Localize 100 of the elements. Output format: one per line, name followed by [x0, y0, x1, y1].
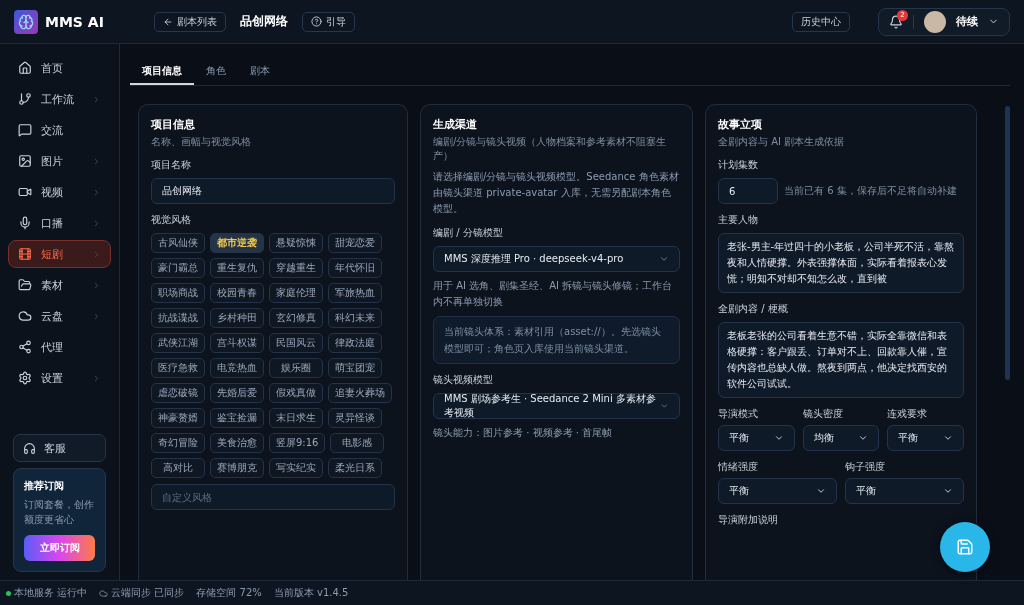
- style-tag[interactable]: 宫斗权谋: [210, 333, 264, 353]
- style-tag[interactable]: 追妻火葬场: [328, 383, 392, 403]
- status-text: 存储空间 72%: [196, 586, 262, 600]
- hint-text: 当前已有 6 集，保存后不足将自动补建: [784, 184, 957, 198]
- guide-button[interactable]: 引导: [302, 11, 355, 32]
- field-label: 主要人物: [718, 213, 759, 227]
- style-tag[interactable]: 假戏真做: [269, 383, 323, 403]
- sidebar-item[interactable]: 素材: [8, 271, 111, 299]
- style-tag[interactable]: 美食治愈: [210, 433, 264, 453]
- style-tag[interactable]: 萌宝团宠: [328, 358, 382, 378]
- dropdown[interactable]: 平衡: [887, 425, 964, 451]
- sidebar-item[interactable]: 代理: [8, 333, 111, 361]
- style-tag[interactable]: 灵异怪谈: [328, 408, 382, 428]
- style-tag[interactable]: 律政法庭: [328, 333, 382, 353]
- style-tag[interactable]: 古风仙侠: [151, 233, 205, 253]
- number-field[interactable]: 6: [718, 178, 778, 204]
- field-label: 计划集数: [718, 158, 759, 172]
- style-tag[interactable]: 写实纪实: [269, 458, 323, 478]
- style-tag[interactable]: 年代怀旧: [328, 258, 382, 278]
- style-tag[interactable]: 电竞热血: [210, 358, 264, 378]
- dropdown[interactable]: 均衡: [802, 425, 880, 451]
- input-field[interactable]: 自定义风格: [151, 484, 395, 510]
- sidebar-item[interactable]: 视频: [8, 178, 111, 206]
- style-tag[interactable]: 奇幻冒险: [151, 433, 205, 453]
- style-tag[interactable]: 电影感: [330, 433, 385, 453]
- style-tag[interactable]: 穿越重生: [269, 258, 323, 278]
- sidebar-item[interactable]: 交流: [8, 116, 111, 144]
- style-tag[interactable]: 柔光日系: [328, 458, 382, 478]
- dropdown[interactable]: MMS 剧场参考生 · Seedance 2 Mini 多素材参考视频: [433, 393, 680, 419]
- style-tag[interactable]: 科幻未来: [328, 308, 382, 328]
- style-tag[interactable]: 虐恋破镜: [151, 383, 205, 403]
- style-tag[interactable]: 家庭伦理: [269, 283, 323, 303]
- info-note: 当前镜头体系：素材引用（asset://）。先选镜头模型即可；角色页入库使用当前镜头渠道。: [433, 316, 680, 364]
- cloud-icon: [99, 588, 109, 598]
- card-subtitle: 全剧内容与 AI 剧本生成依据: [718, 135, 846, 149]
- style-tag[interactable]: 末日求生: [269, 408, 323, 428]
- sidebar-item[interactable]: 首页: [8, 54, 111, 82]
- field-label: 导演模式: [718, 407, 759, 421]
- sidebar-item[interactable]: 工作流: [8, 85, 111, 113]
- style-tag[interactable]: 乡村种田: [210, 308, 264, 328]
- dropdown[interactable]: MMS 深度推理 Pro · deepseek-v4-pro: [433, 246, 680, 272]
- brain-logo-icon: [14, 9, 38, 34]
- sidebar-item[interactable]: 设置: [8, 364, 111, 392]
- style-tag[interactable]: 先婚后爱: [210, 383, 264, 403]
- field-label: 视觉风格: [151, 213, 192, 227]
- style-tag[interactable]: 玄幻修真: [269, 308, 323, 328]
- style-tag[interactable]: 甜宠恋爱: [328, 233, 382, 253]
- back-button[interactable]: 剧本列表: [154, 11, 226, 32]
- dropdown[interactable]: 平衡: [845, 478, 964, 504]
- field-label: 情绪强度: [718, 460, 759, 474]
- style-tag[interactable]: 武侠江湖: [151, 333, 205, 353]
- tab[interactable]: 剧本: [238, 58, 282, 85]
- share-icon: [18, 340, 32, 354]
- style-tag[interactable]: 军旅热血: [328, 283, 382, 303]
- brand-name: MMS AI: [45, 13, 104, 30]
- style-tag[interactable]: 都市逆袭: [210, 233, 264, 253]
- subscribe-button[interactable]: 立即订阅: [24, 535, 95, 561]
- style-tag[interactable]: 抗战谍战: [151, 308, 205, 328]
- sidebar-item[interactable]: 云盘: [8, 302, 111, 330]
- sidebar-item[interactable]: 短剧: [8, 240, 111, 268]
- style-tag[interactable]: 神豪赘婿: [151, 408, 205, 428]
- status-text: 当前版本 v1.4.5: [273, 586, 349, 600]
- branch-icon: [18, 92, 32, 106]
- style-tag[interactable]: 重生复仇: [210, 258, 264, 278]
- bell-icon[interactable]: [889, 14, 903, 29]
- history-button[interactable]: 历史中心: [792, 11, 850, 32]
- style-tag[interactable]: 鉴宝捡漏: [210, 408, 264, 428]
- film-icon: [18, 247, 32, 261]
- text-area[interactable]: 老张-男主-年过四十的小老板，公司半死不活，靠熬夜和人情硬撑。外表强撑体面，实际看着报表心发慌；明知不对却不知怎么改，直到被: [718, 233, 964, 293]
- dropdown[interactable]: 平衡: [718, 425, 795, 451]
- style-tag[interactable]: 医疗急救: [151, 358, 205, 378]
- promo-title: 推荐订阅: [24, 479, 65, 493]
- style-tag[interactable]: 职场商战: [151, 283, 205, 303]
- chevron-down-icon: [943, 433, 953, 443]
- help-icon: [311, 16, 322, 27]
- field-label: 连戏要求: [887, 407, 929, 421]
- support-button[interactable]: 客服: [13, 434, 106, 462]
- style-tag[interactable]: 悬疑惊悚: [269, 233, 323, 253]
- dropdown[interactable]: 平衡: [718, 478, 837, 504]
- style-tag[interactable]: 高对比: [151, 458, 205, 478]
- input-field[interactable]: 品创网络: [151, 178, 395, 204]
- style-tag[interactable]: 豪门霸总: [151, 258, 205, 278]
- status-text: 本地服务 运行中: [6, 586, 88, 600]
- style-tag[interactable]: 赛博朋克: [210, 458, 264, 478]
- tab[interactable]: 角色: [194, 58, 238, 85]
- field-label: 镜头密度: [802, 407, 844, 421]
- folder-icon: [18, 278, 32, 292]
- sidebar-item[interactable]: 图片: [8, 147, 111, 175]
- style-tag[interactable]: 民国风云: [269, 333, 323, 353]
- field-label: 导演附加说明: [718, 513, 779, 527]
- style-tag[interactable]: 校园青春: [210, 283, 264, 303]
- text-area[interactable]: 老板老张的公司看着生意不错，实际全靠微信和表格硬撑：客户跟丢、订单对不上、回款靠人催，宣传内容也总缺人做。熬夜到两点，他决定找西安的软件公司试试。: [718, 322, 964, 398]
- status-dot: [6, 590, 11, 596]
- style-tag[interactable]: 娱乐圈: [269, 358, 323, 378]
- sidebar-item[interactable]: 口播: [8, 209, 111, 237]
- card-subtitle: 名称、画幅与视觉风格: [151, 135, 252, 149]
- tab[interactable]: 项目信息: [130, 58, 194, 85]
- field-label: 全剧内容 / 梗概: [718, 302, 789, 316]
- microphone-icon: [18, 216, 32, 230]
- style-tag[interactable]: 竖屏9:16: [269, 433, 326, 453]
